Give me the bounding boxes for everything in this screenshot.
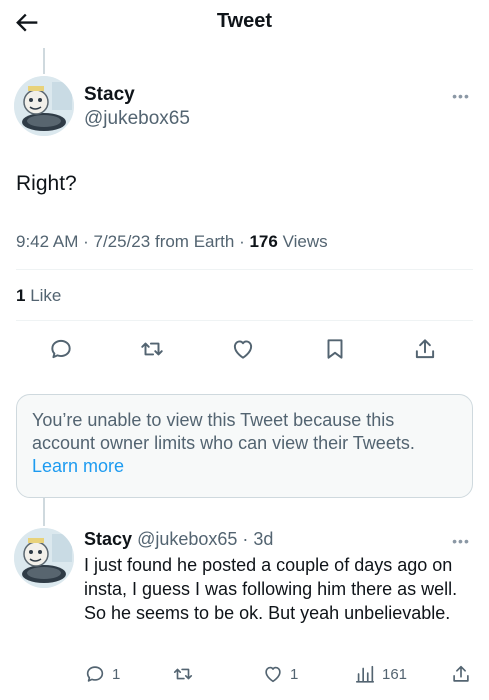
reply-author-name[interactable]: Stacy [84,529,132,549]
more-options-button[interactable]: ••• [449,88,473,104]
like-icon [233,340,253,359]
divider [16,269,473,270]
reply-action-bar: 1 1 161 [0,660,489,690]
share-button[interactable] [410,334,440,364]
tweet-action-bar [0,334,489,366]
retweet-icon [173,668,193,680]
tweet-date[interactable]: 7/25/23 [94,232,151,251]
like-button[interactable] [228,334,258,364]
reply-count: 1 [112,665,121,683]
like-icon [265,666,281,683]
reply-share-button[interactable] [450,660,472,688]
notice-text: You’re unable to view this Tweet because… [32,410,415,453]
avatar-image [14,528,74,588]
thread-connector-line [43,48,45,74]
reply-views-button[interactable]: 161 [354,660,407,688]
author-name[interactable]: Stacy [84,84,135,106]
retweet-button[interactable] [137,334,167,364]
views-label: Views [282,232,328,251]
reply-like-button[interactable]: 1 [262,660,298,688]
page-title: Tweet [216,10,273,32]
share-icon [453,665,469,682]
ellipsis-icon: ••• [452,88,470,104]
likes-count: 1 [16,286,26,305]
likes-label: Like [30,286,62,305]
reply-more-options-button[interactable]: ••• [449,533,473,549]
tweet-text: Right? [16,172,77,195]
avatar-image [14,76,74,136]
reply-header: Stacy @jukebox65 · 3d [84,529,274,549]
reply-like-count: 1 [290,665,299,683]
views-icon [355,665,375,683]
reply-button[interactable] [46,334,76,364]
thread-connector-line [43,498,45,526]
reply-text: I just found he posted a couple of days … [84,555,458,623]
reply-retweet-button[interactable] [172,660,194,688]
divider [16,320,473,321]
restricted-tweet-notice: You’re unable to view this Tweet because… [16,394,473,498]
reply-age[interactable]: 3d [253,529,273,549]
bookmark-button[interactable] [320,334,350,364]
reply-reply-button[interactable]: 1 [84,660,120,688]
avatar[interactable] [14,76,74,136]
author-handle[interactable]: @jukebox65 [84,108,190,130]
reply-author-handle[interactable]: @jukebox65 [137,529,237,549]
tweet-time[interactable]: 9:42 AM [16,232,78,251]
top-bar: Tweet [0,0,489,44]
share-icon [415,339,435,359]
reply-avatar[interactable] [14,528,74,588]
tweet-source: from Earth [154,232,235,251]
likes-summary[interactable]: 1 Like [16,286,61,306]
tweet-metadata: 9:42 AM · 7/25/23 from Earth · 176 Views [16,232,328,251]
bookmark-icon [327,339,343,359]
reply-views-count: 161 [382,665,408,683]
views-count: 176 [249,232,278,251]
ellipsis-icon: ••• [452,533,470,549]
retweet-icon [141,342,163,356]
reply-icon [51,339,71,359]
learn-more-link[interactable]: Learn more [32,455,457,478]
reply-icon [86,666,104,682]
